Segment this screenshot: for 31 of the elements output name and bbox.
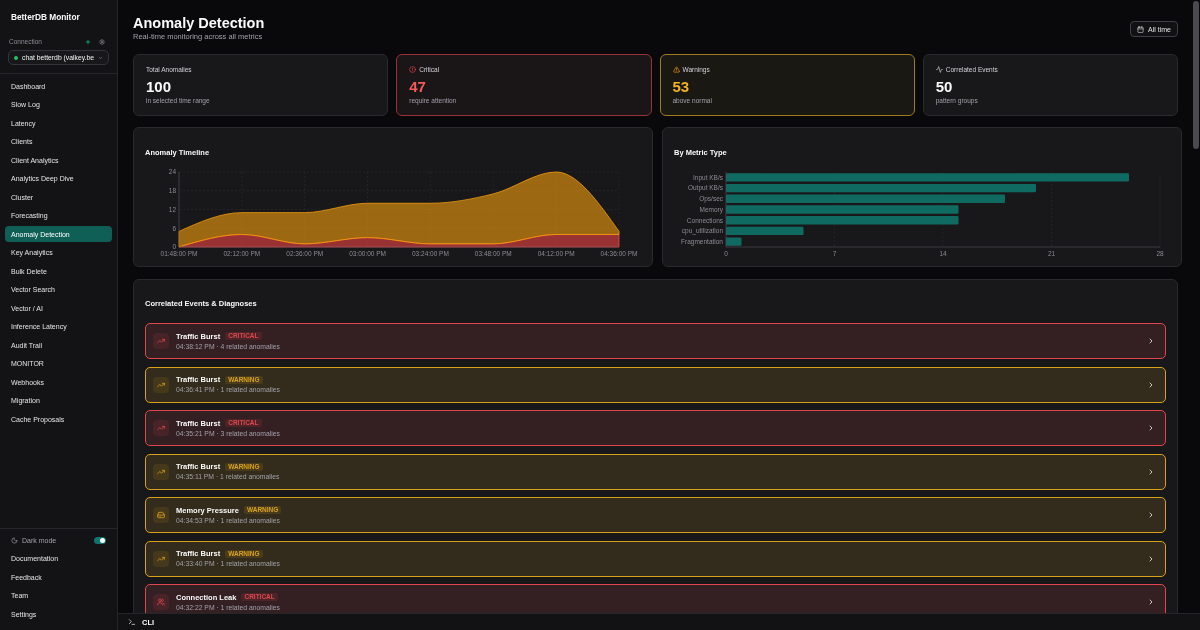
trend-up-icon [153,376,169,393]
moon-icon [11,536,18,544]
alert-circle-icon [409,66,417,73]
pulse-icon [935,66,943,73]
scrollbar-thumb[interactable] [1193,1,1199,149]
chevron-right-icon [1147,554,1155,563]
stat-value: 50 [935,78,953,95]
chevron-right-icon [1147,467,1155,476]
add-icon[interactable] [85,38,91,45]
app-title: BetterDB Monitor [10,11,81,23]
page-title: Anomaly Detection [133,14,265,32]
chevron-right-icon [1147,337,1155,345]
trend-up-icon [153,333,169,349]
trend-up-icon [153,463,169,480]
calendar-icon [1137,25,1145,33]
trend-up-icon [153,550,169,567]
stat-value: 47 [409,78,426,95]
users-icon [153,594,169,610]
stat-value: 53 [672,78,690,95]
dark-mode-switch[interactable] [94,536,106,544]
chevron-right-icon [1147,598,1155,606]
stat-value: 100 [146,78,172,95]
drive-icon [153,507,169,523]
chevron-down-icon [98,54,103,61]
chevron-right-icon [1147,380,1155,389]
settings-icon[interactable] [99,38,105,45]
chevron-right-icon [1147,511,1155,519]
terminal-icon [128,618,136,626]
chevron-right-icon [1147,424,1155,432]
warning-triangle-icon [672,66,680,73]
trend-up-icon [153,420,169,436]
